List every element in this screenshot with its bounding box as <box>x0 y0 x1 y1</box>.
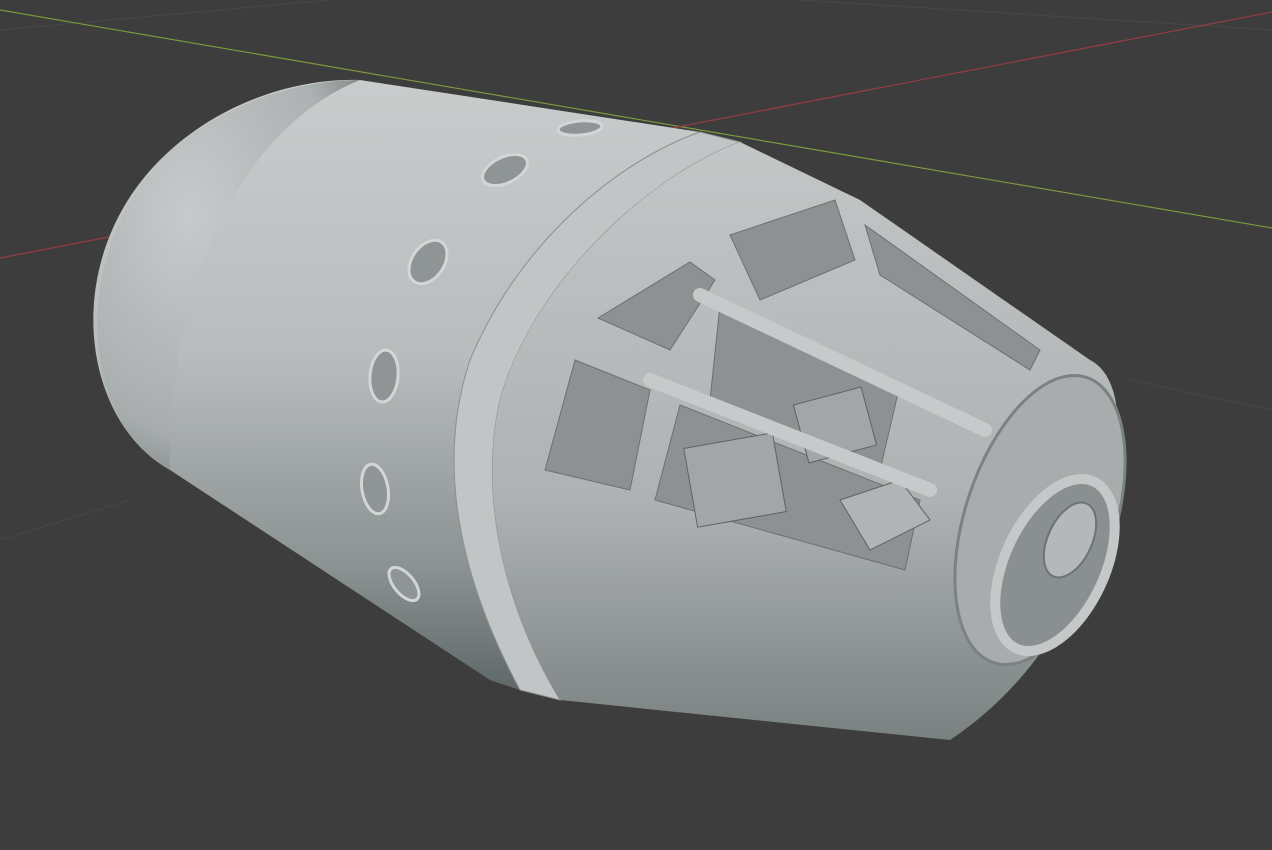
viewport-canvas[interactable] <box>0 0 1272 850</box>
pilot-seat <box>683 432 787 528</box>
3d-viewport[interactable] <box>0 0 1272 850</box>
cockpit-model[interactable] <box>93 79 1157 740</box>
